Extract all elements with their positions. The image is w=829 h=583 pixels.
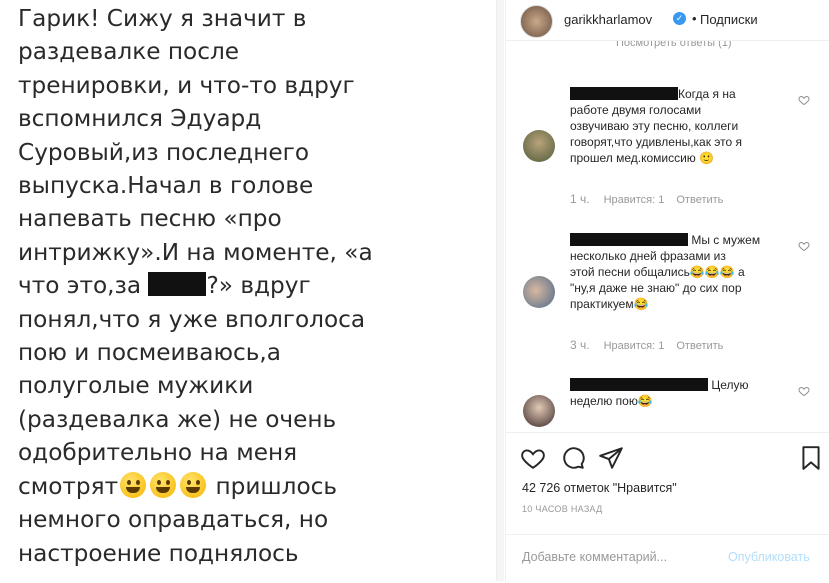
- post-header: garikkharlamov ✓ • Подписки: [506, 0, 829, 41]
- message-line: полуголые мужики: [18, 372, 254, 400]
- comment-icon[interactable]: [560, 445, 586, 471]
- following-button[interactable]: Подписки: [700, 12, 758, 27]
- comment-meta: 3 ч. Нравится: 1 Ответить: [570, 338, 735, 352]
- message-line: вспомнился Эдуард: [18, 105, 262, 133]
- grinning-emoji-icon: [120, 471, 147, 498]
- message-line: одобрительно на меня: [18, 439, 298, 467]
- comment-line: практикуем😂: [570, 297, 649, 311]
- comment-line: прошел мед.комиссию 🙂: [570, 151, 715, 165]
- message-line: пою и посмеиваюсь,а: [18, 339, 281, 367]
- message-bubble: Гарик! Сижу я значит в раздевалке после …: [0, 0, 497, 581]
- likes-count[interactable]: 42 726 отметок "Нравится": [522, 481, 677, 495]
- message-fragment: смотрят: [18, 472, 119, 500]
- redacted-username: [570, 233, 688, 246]
- comment-time[interactable]: 3 ч.: [570, 338, 590, 352]
- commenter-avatar[interactable]: [523, 130, 555, 162]
- separator-dot: •: [692, 11, 697, 26]
- comment-line: Мы с мужем: [691, 233, 761, 247]
- heart-icon[interactable]: [520, 445, 546, 471]
- post-time-ago[interactable]: 10 ЧАСОВ НАЗАД: [522, 504, 603, 514]
- redacted-username: [570, 378, 708, 391]
- grinning-emoji-icon: [150, 471, 177, 498]
- comment-time[interactable]: 1 ч.: [570, 192, 590, 206]
- message-line: интрижку».И на моменте, «а: [18, 238, 373, 266]
- comment-text: Целую неделю пою😂: [570, 377, 806, 409]
- message-fragment: ?» вдруг: [206, 272, 311, 300]
- share-icon[interactable]: [598, 445, 624, 471]
- message-line: смотрят пришлось: [18, 470, 488, 503]
- comment-line: этой песни общались😂😂😂 а: [570, 265, 745, 279]
- reply-button[interactable]: Ответить: [676, 340, 723, 352]
- comment-line: несколько дней фразами из: [570, 249, 726, 263]
- comment-heart-icon[interactable]: [798, 385, 810, 397]
- message-fragment: что это,за: [18, 272, 142, 300]
- message-line: (раздевалка же) не очень: [18, 405, 337, 433]
- message-line: Суровый,из последнего: [18, 138, 310, 166]
- message-line: настроение поднялось: [18, 539, 299, 567]
- add-comment-bar: Опубликовать: [506, 534, 829, 583]
- redacted-username: [570, 87, 678, 100]
- comment-line: Целую: [711, 378, 749, 392]
- view-replies-link[interactable]: Посмотреть ответы (1): [616, 41, 732, 49]
- grinning-emoji-icon: [180, 471, 207, 498]
- comment-line: говорят,что удивлены,как это я: [570, 135, 743, 149]
- message-line: понял,что я уже вполголоса: [18, 305, 366, 333]
- message-line: Гарик! Сижу я значит в: [18, 5, 307, 32]
- comment-line: неделю пою😂: [570, 394, 653, 408]
- message-line: выпуска.Начал в голове: [18, 172, 314, 200]
- author-avatar[interactable]: [520, 5, 553, 38]
- reply-button[interactable]: Ответить: [676, 194, 723, 206]
- verified-icon: ✓: [673, 12, 686, 25]
- message-line: немного оправдаться, но: [18, 506, 329, 534]
- add-comment-input[interactable]: [520, 549, 724, 565]
- bookmark-icon[interactable]: [798, 445, 824, 471]
- message-line: тренировки, и что-то вдруг: [18, 71, 355, 99]
- comment-line: "ну,я даже не знаю" до сих пор: [570, 281, 742, 295]
- comment-likes[interactable]: Нравится: 1: [604, 194, 665, 206]
- post-sidebar: garikkharlamov ✓ • Подписки Посмотреть о…: [505, 0, 829, 581]
- comment-heart-icon[interactable]: [798, 94, 810, 106]
- message-fragment: пришлось: [215, 472, 338, 500]
- post-image: Гарик! Сижу я значит в раздевалке после …: [0, 0, 504, 581]
- author-username[interactable]: garikkharlamov: [564, 12, 652, 27]
- message-line: раздевалке после: [18, 38, 240, 66]
- comment-line: работе двумя голосами: [570, 103, 702, 117]
- message-text: Гарик! Сижу я значит в раздевалке после …: [18, 2, 488, 570]
- comment-likes[interactable]: Нравится: 1: [604, 340, 665, 352]
- comment-text: Когда я на работе двумя голосами озвучив…: [570, 86, 806, 166]
- comment-meta: 1 ч. Нравится: 1 Ответить: [570, 192, 735, 206]
- commenter-avatar[interactable]: [523, 276, 555, 308]
- publish-button[interactable]: Опубликовать: [728, 550, 810, 564]
- comment-line: Когда я на: [678, 87, 736, 101]
- comment-text: Мы с мужем несколько дней фразами из это…: [570, 232, 806, 312]
- commenter-avatar[interactable]: [523, 395, 555, 427]
- comment-heart-icon[interactable]: [798, 240, 810, 252]
- redaction-bar: [148, 272, 207, 297]
- message-line: что это,за ?» вдруг: [18, 269, 488, 302]
- message-line: напевать песню «про: [18, 205, 282, 233]
- post-actions: 42 726 отметок "Нравится" 10 ЧАСОВ НАЗАД…: [506, 432, 829, 582]
- comment-line: озвучиваю эту песню, коллеги: [570, 119, 739, 133]
